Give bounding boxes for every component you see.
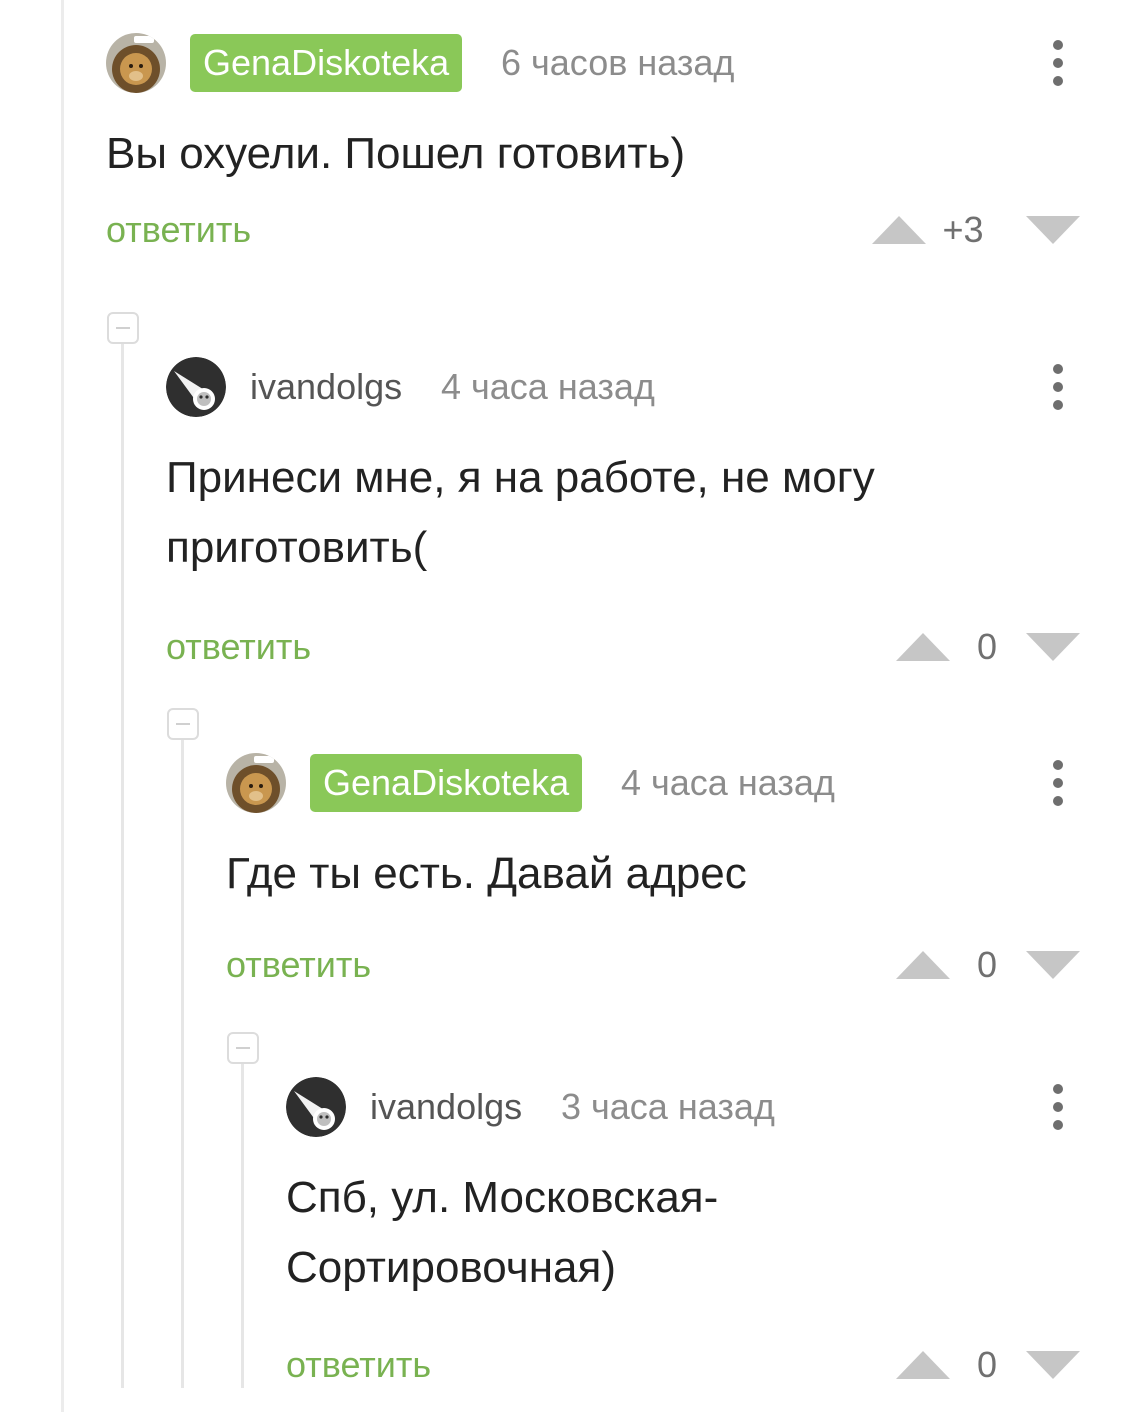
lion-avatar-icon[interactable]	[106, 33, 166, 93]
collapse-icon[interactable]	[107, 312, 139, 344]
vote-up-icon[interactable]	[896, 1351, 950, 1379]
lion-avatar-icon[interactable]	[226, 753, 286, 813]
author-name[interactable]: ivandolgs	[370, 1078, 522, 1136]
author-name[interactable]: ivandolgs	[250, 358, 402, 416]
comment-header: ivandolgs 4 часа назад	[166, 356, 1080, 418]
reply-link[interactable]: ответить	[166, 619, 311, 675]
reply-link[interactable]: ответить	[226, 937, 371, 993]
comment-text-line: Спб, ул. Московская-	[286, 1173, 719, 1222]
vote-up-icon[interactable]	[896, 951, 950, 979]
comment-text-line: Сортировочная)	[286, 1243, 616, 1292]
vote-score: 0	[976, 944, 998, 985]
vote-down-icon[interactable]	[1026, 1351, 1080, 1379]
comment-actions: ответить 0	[166, 619, 1080, 675]
comment-text-line: Принеси мне, я на работе, не могу	[166, 453, 875, 502]
comment-actions: ответить 0	[226, 937, 1080, 993]
comet-avatar-icon[interactable]	[166, 357, 226, 417]
vote-controls: 0	[870, 619, 1080, 675]
reply-link[interactable]: ответить	[106, 202, 251, 258]
comment-timestamp: 6 часов назад	[501, 42, 735, 83]
comment-text: Где ты есть. Давай адрес	[226, 849, 747, 898]
vote-controls: +3	[870, 202, 1080, 258]
comment-header: GenaDiskoteka 4 часа назад	[226, 752, 1080, 814]
comment-timestamp: 3 часа назад	[561, 1086, 775, 1127]
comet-avatar-icon[interactable]	[286, 1077, 346, 1137]
more-vertical-icon[interactable]	[1052, 364, 1064, 410]
author-name-op[interactable]: GenaDiskoteka	[190, 34, 463, 92]
thread-line-level-2	[181, 740, 184, 1388]
more-vertical-icon[interactable]	[1052, 760, 1064, 806]
more-vertical-icon[interactable]	[1052, 40, 1064, 86]
thread-left-rule	[61, 0, 64, 1412]
vote-up-icon[interactable]	[872, 216, 926, 244]
author-name-op[interactable]: GenaDiskoteka	[310, 754, 583, 812]
comment-text-line: приготовить(	[166, 523, 428, 572]
thread-line-level-1	[121, 344, 124, 1388]
comment-timestamp: 4 часа назад	[441, 366, 655, 407]
comment-text: Вы охуели. Пошел готовить)	[106, 129, 686, 178]
vote-up-icon[interactable]	[896, 633, 950, 661]
comment-item: GenaDiskoteka 6 часов назад Вы охуели. П…	[106, 32, 1080, 258]
collapse-icon[interactable]	[227, 1032, 259, 1064]
comment-thread: GenaDiskoteka 6 часов назад Вы охуели. П…	[0, 0, 1125, 1412]
vote-score: 0	[976, 1344, 998, 1385]
more-vertical-icon[interactable]	[1052, 1084, 1064, 1130]
vote-score: +3	[942, 209, 984, 250]
comment-item: GenaDiskoteka 4 часа назад Где ты есть. …	[226, 752, 1080, 993]
vote-down-icon[interactable]	[1026, 216, 1080, 244]
reply-link[interactable]: ответить	[286, 1337, 431, 1393]
vote-score: 0	[976, 626, 998, 667]
vote-controls: 0	[870, 1337, 1080, 1393]
comment-timestamp: 4 часа назад	[621, 762, 835, 803]
thread-line-level-3	[241, 1064, 244, 1388]
comment-item: ivandolgs 3 часа назад Спб, ул. Московск…	[286, 1076, 1080, 1393]
vote-down-icon[interactable]	[1026, 951, 1080, 979]
comment-header: ivandolgs 3 часа назад	[286, 1076, 1080, 1138]
vote-down-icon[interactable]	[1026, 633, 1080, 661]
comment-actions: ответить +3	[106, 202, 1080, 258]
comment-header: GenaDiskoteka 6 часов назад	[106, 32, 1080, 94]
collapse-icon[interactable]	[167, 708, 199, 740]
comment-actions: ответить 0	[286, 1337, 1080, 1393]
comment-item: ivandolgs 4 часа назад Принеси мне, я на…	[166, 356, 1080, 675]
vote-controls: 0	[870, 937, 1080, 993]
